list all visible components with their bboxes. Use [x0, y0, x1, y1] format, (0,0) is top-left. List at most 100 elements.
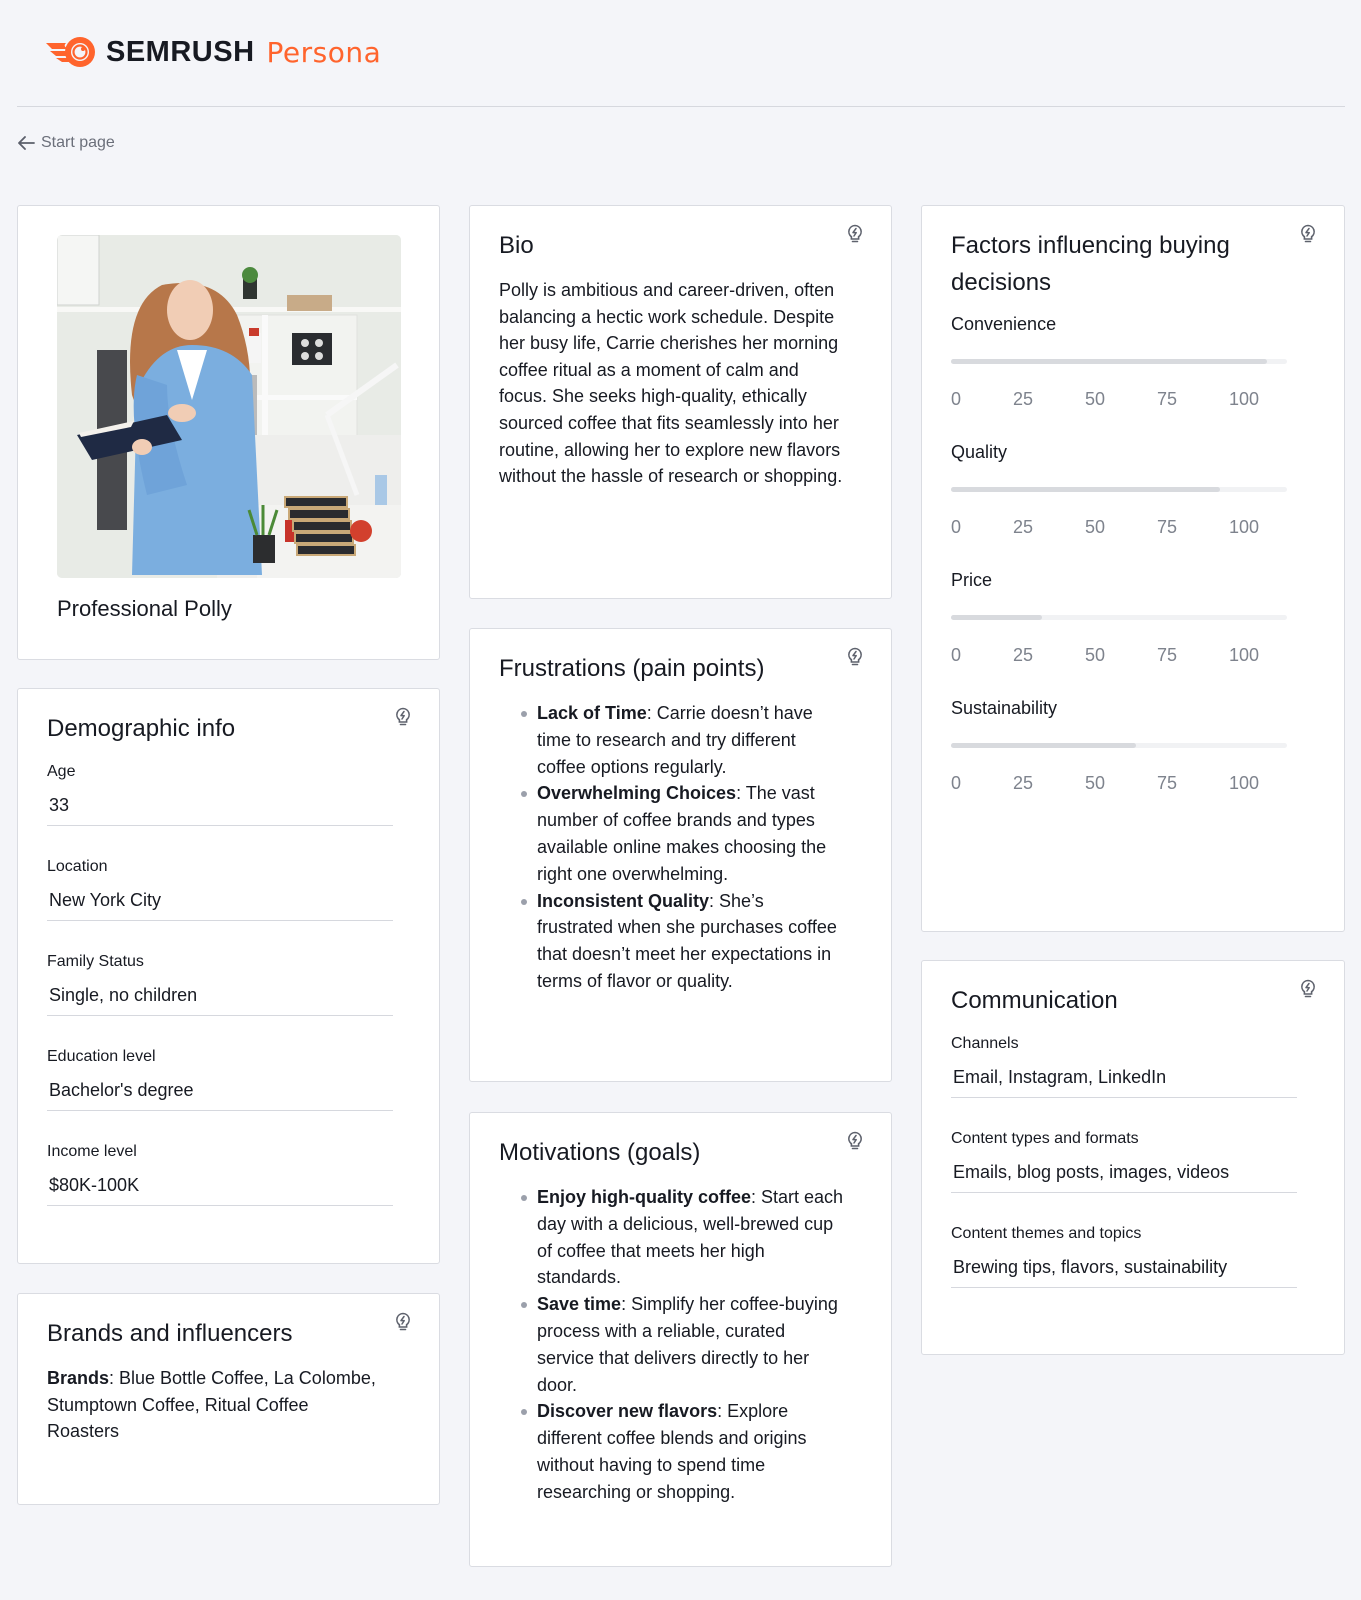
field-content-themes: Content themes and topics Brewing tips, … — [951, 1224, 1297, 1288]
field-value[interactable]: $80K-100K — [47, 1162, 393, 1206]
field-value[interactable]: New York City — [47, 877, 393, 921]
buying-factors-card: Factors influencing buying decisions Con… — [921, 205, 1345, 932]
arrow-left-icon — [18, 136, 35, 150]
factor-price: Price 0 25 50 75 100 — [951, 569, 1287, 665]
persona-profile-card: Professional Polly — [17, 205, 440, 660]
field-label: Family Status — [47, 953, 144, 970]
brands-influencers-card: Brands and influencers Brands: Blue Bott… — [17, 1293, 440, 1505]
demographic-info-card: Demographic info Age 33 Location New Yor… — [17, 688, 440, 1264]
factor-bar-fill — [951, 487, 1220, 492]
scale-tick: 25 — [1013, 517, 1034, 537]
semrush-fireball-icon — [46, 37, 95, 67]
factor-bar-track[interactable] — [951, 743, 1287, 748]
bio-title: Bio — [499, 232, 534, 259]
factor-convenience: Convenience 0 25 50 75 100 — [951, 313, 1287, 409]
lightbulb-bolt-icon[interactable] — [1299, 979, 1317, 999]
scale-tick: 0 — [951, 389, 962, 409]
start-page-label: Start page — [41, 134, 115, 151]
field-label: Education level — [47, 1048, 156, 1065]
factor-label: Sustainability — [951, 698, 1058, 718]
list-item: Overwhelming Choices: The vast number of… — [499, 780, 844, 887]
item-title: Inconsistent Quality — [537, 890, 710, 911]
scale-tick: 25 — [1013, 389, 1034, 409]
scale-tick: 75 — [1157, 773, 1178, 793]
factor-bar-track[interactable] — [951, 487, 1287, 492]
scale-tick: 75 — [1157, 517, 1178, 537]
scale-tick: 100 — [1229, 773, 1260, 793]
factor-sustainability: Sustainability 0 25 50 75 100 — [951, 697, 1287, 793]
item-title: Discover new flavors — [537, 1401, 718, 1422]
buying-factors-title: Factors influencing buying decisions — [951, 232, 1230, 296]
item-title: Save time — [537, 1294, 622, 1315]
persona-name: Professional Polly — [57, 596, 232, 621]
field-value[interactable]: Emails, blog posts, images, videos — [951, 1149, 1297, 1193]
scale-tick: 25 — [1013, 645, 1034, 665]
factor-bar-track[interactable] — [951, 615, 1287, 620]
field-channels: Channels Email, Instagram, LinkedIn — [951, 1034, 1297, 1098]
header-divider — [17, 106, 1345, 107]
field-value[interactable]: Single, no children — [47, 972, 393, 1016]
factor-label: Price — [951, 570, 993, 590]
factor-bar-track[interactable] — [951, 359, 1287, 364]
factor-label: Quality — [951, 442, 1008, 462]
product-name: Persona — [266, 35, 382, 69]
app-header: SEMRUSH Persona — [0, 0, 1361, 107]
scale-tick: 25 — [1013, 773, 1034, 793]
scale-tick: 50 — [1085, 773, 1106, 793]
field-age: Age 33 — [47, 762, 393, 826]
scale-tick: 75 — [1157, 645, 1178, 665]
scale-tick: 0 — [951, 773, 962, 793]
lightbulb-bolt-icon[interactable] — [846, 1131, 864, 1151]
factor-scale: 0 25 50 75 100 — [951, 517, 1287, 539]
field-family-status: Family Status Single, no children — [47, 952, 393, 1016]
field-value[interactable]: Brewing tips, flavors, sustainability — [951, 1244, 1297, 1288]
scale-tick: 100 — [1229, 389, 1260, 409]
motivations-list: Enjoy high-quality coffee: Start each da… — [499, 1184, 844, 1506]
lightbulb-bolt-icon[interactable] — [1299, 224, 1317, 244]
persona-photo — [57, 235, 401, 578]
factor-label: Convenience — [951, 314, 1057, 334]
field-value[interactable]: Email, Instagram, LinkedIn — [951, 1054, 1297, 1098]
lightbulb-bolt-icon[interactable] — [846, 647, 864, 667]
communication-title: Communication — [951, 987, 1118, 1014]
factor-bar-fill — [951, 615, 1042, 620]
semrush-persona-logo[interactable]: SEMRUSH Persona — [44, 30, 381, 74]
item-title: Overwhelming Choices — [537, 783, 737, 804]
field-education-level: Education level Bachelor's degree — [47, 1047, 393, 1111]
brands-influencers-title: Brands and influencers — [47, 1320, 293, 1347]
frustrations-title: Frustrations (pain points) — [499, 655, 765, 682]
field-label: Content themes and topics — [951, 1225, 1142, 1242]
factor-bar-fill — [951, 359, 1267, 364]
persona-photo-illustration — [57, 235, 401, 578]
demographic-info-title: Demographic info — [47, 715, 236, 742]
item-title: Enjoy high-quality coffee — [537, 1187, 752, 1207]
field-value[interactable]: Bachelor's degree — [47, 1067, 393, 1111]
list-item: Enjoy high-quality coffee: Start each da… — [499, 1184, 844, 1291]
motivations-title: Motivations (goals) — [499, 1139, 701, 1166]
field-value[interactable]: 33 — [47, 782, 393, 826]
factor-scale: 0 25 50 75 100 — [951, 773, 1287, 795]
factor-quality: Quality 0 25 50 75 100 — [951, 441, 1287, 537]
factor-scale: 0 25 50 75 100 — [951, 389, 1287, 411]
scale-tick: 0 — [951, 645, 962, 665]
list-item: Lack of Time: Carrie doesn’t have time t… — [499, 700, 844, 780]
brands-text: Brands: Blue Bottle Coffee, La Colombe, … — [47, 1365, 377, 1445]
frustrations-list: Lack of Time: Carrie doesn’t have time t… — [499, 700, 844, 995]
field-label: Channels — [951, 1035, 1019, 1052]
scale-tick: 100 — [1229, 645, 1260, 665]
scale-tick: 75 — [1157, 389, 1178, 409]
lightbulb-bolt-icon[interactable] — [394, 707, 412, 727]
field-label: Location — [47, 858, 108, 875]
list-item: Inconsistent Quality: She’s frustrated w… — [499, 888, 844, 995]
start-page-link[interactable]: Start page — [17, 134, 115, 152]
lightbulb-bolt-icon[interactable] — [846, 224, 864, 244]
field-label: Content types and formats — [951, 1130, 1139, 1147]
field-label: Age — [47, 763, 76, 780]
frustrations-card: Frustrations (pain points) Lack of Time:… — [469, 628, 892, 1082]
scale-tick: 0 — [951, 517, 962, 537]
communication-card: Communication Channels Email, Instagram,… — [921, 960, 1345, 1355]
scale-tick: 50 — [1085, 645, 1106, 665]
lightbulb-bolt-icon[interactable] — [394, 1312, 412, 1332]
field-location: Location New York City — [47, 857, 393, 921]
field-content-types: Content types and formats Emails, blog p… — [951, 1129, 1297, 1193]
